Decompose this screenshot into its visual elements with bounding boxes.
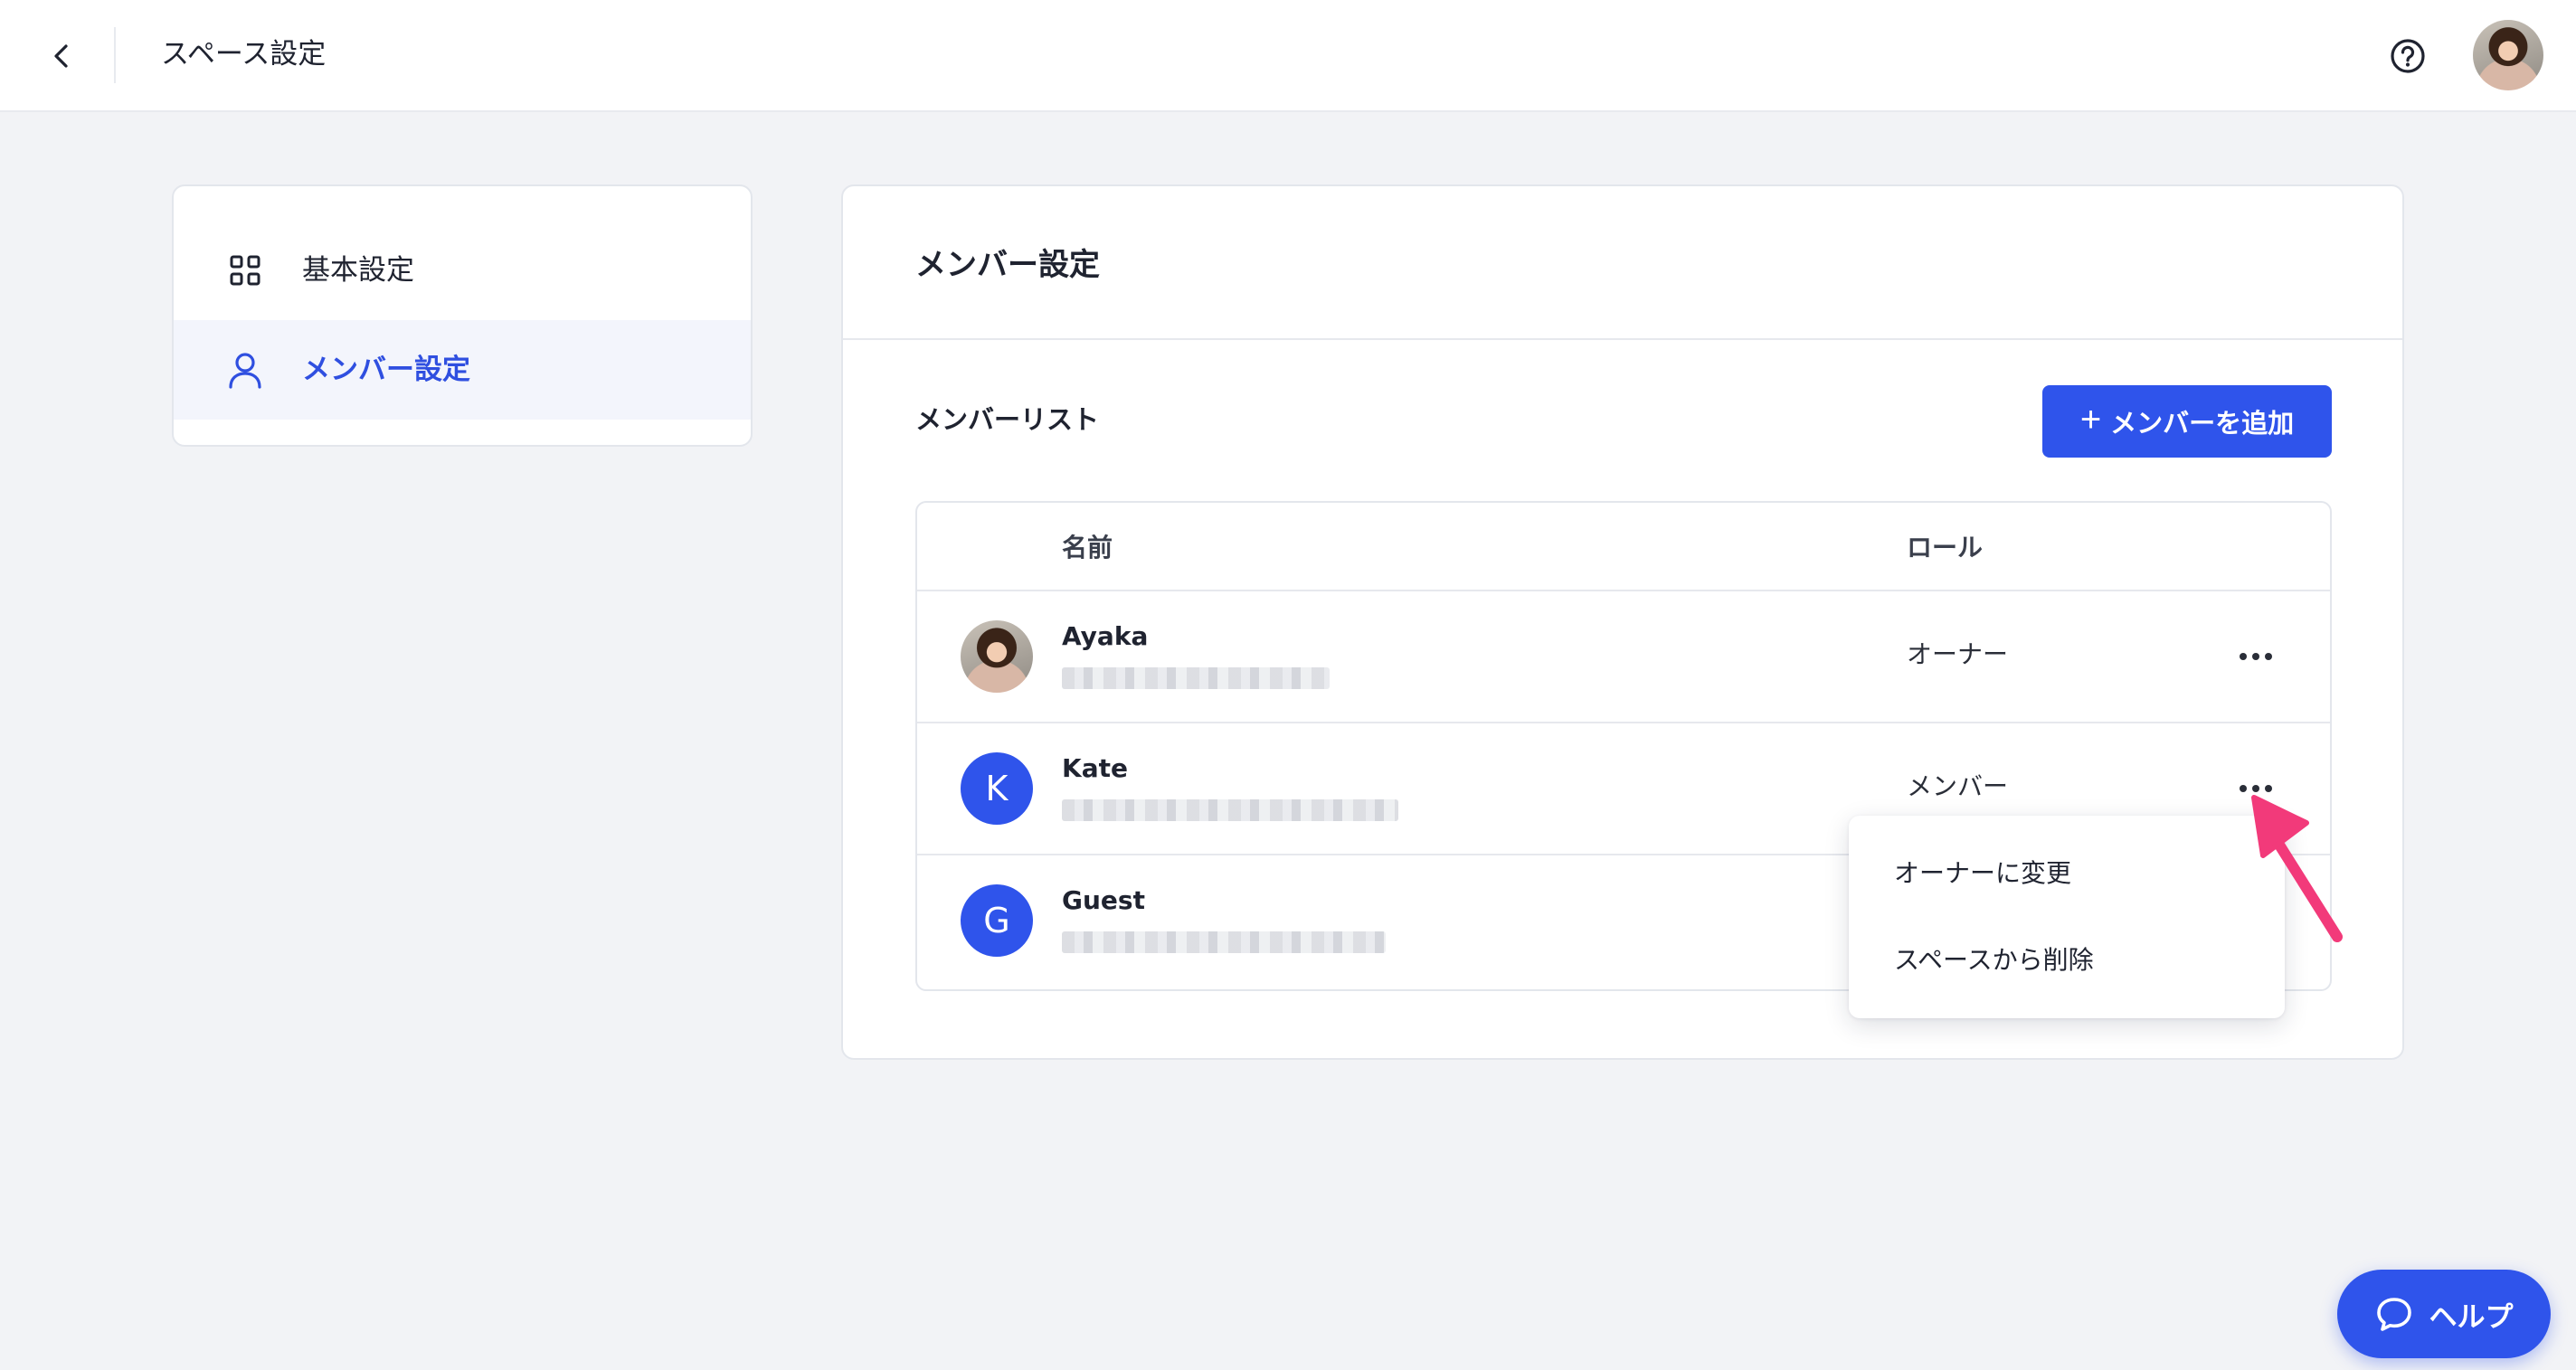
member-role: メンバー xyxy=(1907,771,2009,801)
add-member-button[interactable]: + メンバーを追加 xyxy=(2042,385,2332,458)
member-name: Guest xyxy=(1062,885,1145,915)
menu-item-change-to-owner[interactable]: オーナーに変更 xyxy=(1849,828,2285,915)
add-member-label: メンバーを追加 xyxy=(2110,410,2295,439)
member-avatar: K xyxy=(961,752,1033,825)
top-bar: スペース設定 xyxy=(0,0,2576,112)
sidebar-item-basic-settings[interactable]: 基本設定 xyxy=(174,221,751,320)
topbar-divider xyxy=(114,27,116,83)
member-email-redacted xyxy=(1062,799,1398,821)
question-circle-icon xyxy=(2391,39,2425,73)
member-name: Ayaka xyxy=(1062,621,1149,651)
ellipsis-icon xyxy=(2240,653,2247,660)
help-icon-button[interactable] xyxy=(2384,33,2431,80)
help-button-label: ヘルプ xyxy=(2429,1300,2514,1334)
chat-bubble-icon xyxy=(2376,1298,2411,1331)
member-role: オーナー xyxy=(1907,639,2009,669)
member-email-redacted xyxy=(1062,667,1330,689)
member-email-redacted xyxy=(1062,931,1386,953)
sidebar-item-member-settings[interactable]: メンバー設定 xyxy=(174,320,751,420)
sidebar-item-label: メンバー設定 xyxy=(302,354,470,386)
more-options-button[interactable] xyxy=(2232,633,2279,680)
grid-icon xyxy=(226,251,264,289)
back-button[interactable] xyxy=(36,31,87,81)
menu-item-remove-from-space[interactable]: スペースから削除 xyxy=(1849,915,2285,1002)
plus-icon: + xyxy=(2079,400,2102,439)
table-row: Ayaka オーナー xyxy=(917,591,2330,722)
user-icon xyxy=(226,351,264,389)
card-divider xyxy=(843,338,2402,340)
settings-sidebar: 基本設定 メンバー設定 xyxy=(172,184,753,447)
member-avatar xyxy=(961,620,1033,693)
annotation-arrow-icon xyxy=(2251,795,2343,942)
chevron-left-icon xyxy=(54,44,68,68)
member-action-menu: オーナーに変更 スペースから削除 xyxy=(1849,816,2285,1018)
column-header-role: ロール xyxy=(1907,533,1984,562)
user-avatar[interactable] xyxy=(2473,20,2543,90)
page-title: スペース設定 xyxy=(161,38,327,71)
member-name: Kate xyxy=(1062,753,1128,783)
member-list-heading: メンバーリスト xyxy=(915,404,1100,435)
card-title: メンバー設定 xyxy=(915,247,1100,283)
sidebar-item-label: 基本設定 xyxy=(302,254,414,287)
column-header-name: 名前 xyxy=(1062,533,1113,562)
help-chat-button[interactable]: ヘルプ xyxy=(2337,1270,2551,1358)
member-avatar: G xyxy=(961,884,1033,957)
